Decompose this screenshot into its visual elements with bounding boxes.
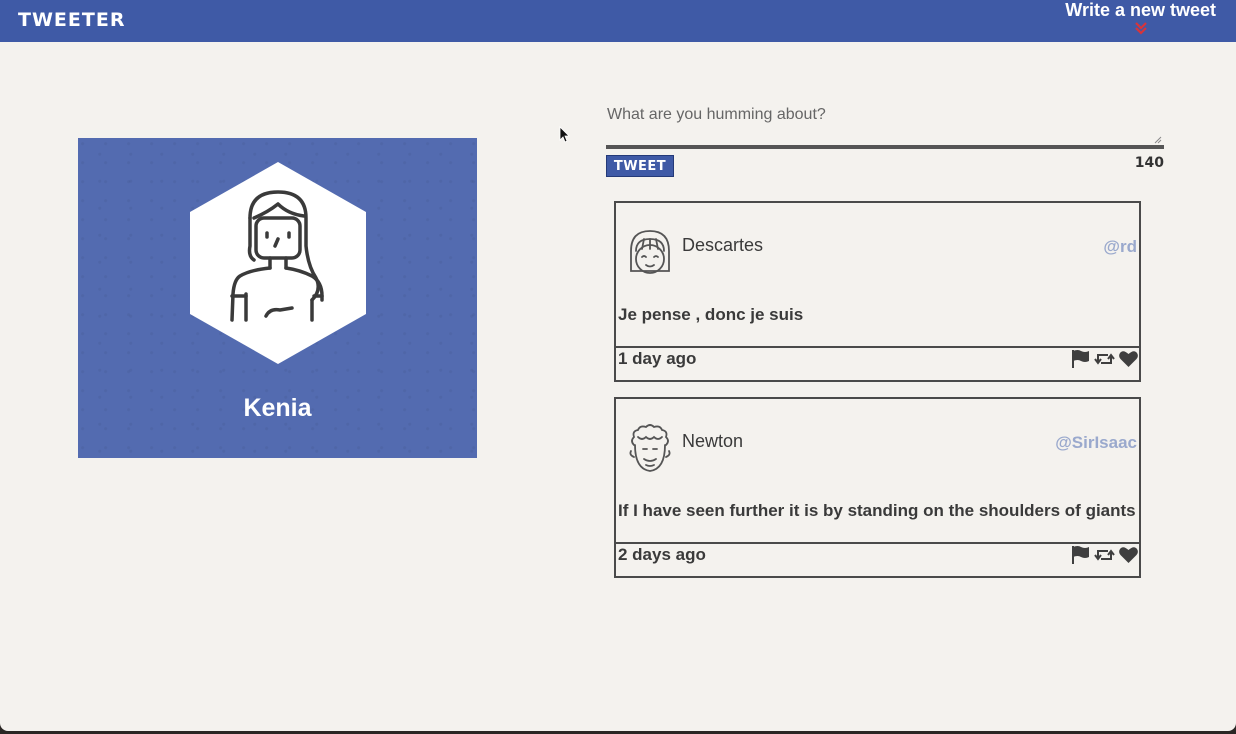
tweet-submit-button[interactable]: TWEET <box>606 155 674 177</box>
tweet-divider <box>616 542 1139 544</box>
heart-icon[interactable] <box>1118 349 1139 369</box>
profile-name: Kenia <box>243 394 312 422</box>
resize-grip-icon[interactable] <box>1154 136 1162 144</box>
mouse-pointer-icon <box>559 126 570 143</box>
write-new-tweet-label: Write a new tweet <box>1065 0 1216 20</box>
brand-logo[interactable]: TWEETER <box>18 9 125 31</box>
tweet-author-name: Newton <box>682 431 744 451</box>
curly-hair-avatar-icon <box>629 424 671 472</box>
tweet-composer: TWEET 140 <box>606 100 1164 180</box>
tweet-author-name: Descartes <box>682 235 764 255</box>
retweet-icon[interactable] <box>1094 545 1115 565</box>
tweet-actions <box>1070 349 1139 369</box>
navbar: TWEETER Write a new tweet <box>0 0 1236 42</box>
tweet-card: Descartes @rd Je pense , donc je suis 1 … <box>614 201 1141 382</box>
app-window: TWEETER Write a new tweet Kenia What are… <box>0 0 1236 731</box>
retweet-icon[interactable] <box>1094 349 1115 369</box>
composer-divider <box>606 145 1164 149</box>
character-counter: 140 <box>1134 155 1164 171</box>
tweet-timestamp: 1 day ago <box>618 349 697 368</box>
double-chevron-down-icon[interactable] <box>1133 21 1149 35</box>
tweet-actions <box>1070 545 1139 565</box>
tweet-divider <box>616 346 1139 348</box>
flag-icon[interactable] <box>1070 545 1091 565</box>
profile-card: Kenia <box>78 138 477 458</box>
write-new-tweet-toggle[interactable]: Write a new tweet <box>1065 0 1216 35</box>
tweet-author-handle[interactable]: @rd <box>1103 237 1137 257</box>
tweet-author-handle[interactable]: @SirIsaac <box>1055 433 1137 453</box>
female-avatar-icon <box>190 162 366 364</box>
tweet-text: If I have seen further it is by standing… <box>618 501 1136 520</box>
tweet-card: Newton @SirIsaac If I have seen further … <box>614 397 1141 578</box>
tweet-text: Je pense , donc je suis <box>618 305 804 324</box>
tweet-timestamp: 2 days ago <box>618 545 706 564</box>
girl-face-avatar-icon <box>630 230 670 274</box>
flag-icon[interactable] <box>1070 349 1091 369</box>
heart-icon[interactable] <box>1118 545 1139 565</box>
tweet-textarea[interactable] <box>606 100 1162 144</box>
